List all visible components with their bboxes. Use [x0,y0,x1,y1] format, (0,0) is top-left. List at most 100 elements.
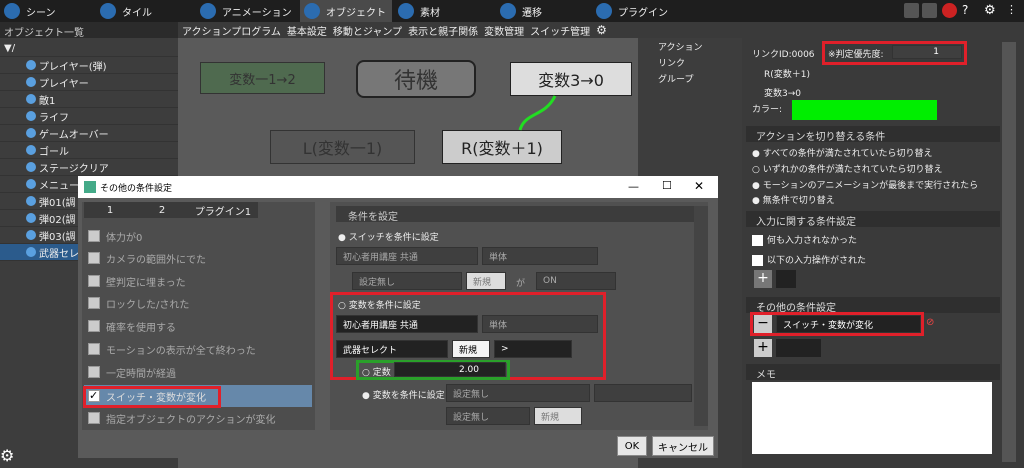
remove-icon[interactable]: − [754,315,772,333]
input-slot[interactable] [776,270,796,288]
action-node[interactable]: L(変数一1) [270,130,415,164]
list-item[interactable]: プレイヤー [0,74,178,91]
tab-scene[interactable]: シーン [4,0,84,22]
no-input-checkbox[interactable]: 何も入力されなかった [752,233,857,246]
gear-icon[interactable]: ⚙ [596,23,607,37]
tab-animation[interactable]: アニメーション [200,0,296,22]
variable-name-dropdown[interactable]: 武器セレクト [336,340,448,358]
add-icon[interactable]: + [754,339,772,357]
variable2-radio[interactable]: ● 変数を条件に設定 [362,388,445,401]
tab-basic-settings[interactable]: 基本設定 [287,23,327,38]
dialog-titlebar: その他の条件設定 [78,176,718,198]
variable-radio[interactable]: ○ 変数を条件に設定 [338,298,421,311]
dialog-title: その他の条件設定 [100,183,173,194]
section-header: その他の条件設定 [746,297,1000,314]
ok-button[interactable]: OK [617,436,647,456]
memo-textarea[interactable] [752,382,992,454]
link-panel-action[interactable]: アクション [658,40,703,53]
dialog-scrollbar[interactable] [694,206,708,426]
menu-icon[interactable]: ⋮ [1006,3,1021,18]
action-node[interactable]: 変数3→0 [510,62,632,96]
tab-display-parent[interactable]: 表示と親子関係 [408,23,478,38]
help-icon[interactable]: ? [962,3,977,18]
condition-checkbox[interactable]: モーションの表示が全て終わった [88,338,312,360]
condition-slot[interactable] [776,339,821,357]
tab-variable-manage[interactable]: 変数管理 [484,23,524,38]
minimize-icon[interactable]: — [628,180,639,193]
dialog-tab-1[interactable]: 1 [84,202,136,218]
action-node[interactable]: 変数一1→2 [200,62,325,94]
switch-name-dropdown[interactable]: 設定無し [352,272,462,290]
tab-tile[interactable]: タイル [100,0,190,22]
variable2-new-button[interactable]: 新規 [534,407,582,425]
switch-new-button[interactable]: 新規 [466,272,506,290]
dialog-tab-2[interactable]: 2 [136,202,188,218]
tab-material[interactable]: 素材 [398,0,488,22]
variable2-dropdown[interactable]: 設定無し [446,384,590,402]
condition-checkbox[interactable]: 体力が0 [88,225,312,247]
switch-scope-dropdown[interactable]: 初心者用講座 共通 [336,247,478,265]
radio-unconditional[interactable]: ● 無条件で切り替え [752,193,835,206]
switch-radio[interactable]: ● スイッチを条件に設定 [338,230,439,243]
list-item[interactable]: ▼ / [0,40,178,57]
link-panel-group[interactable]: グループ [658,72,693,85]
add-icon[interactable]: + [754,270,772,288]
section-header: メモ [746,364,1000,381]
tab-transition[interactable]: 遷移 [500,0,590,22]
delete-icon[interactable]: ⊘ [926,317,956,331]
condition-checkbox[interactable]: 一定時間が経過 [88,361,312,383]
tab-switch-manage[interactable]: スイッチ管理 [530,23,590,38]
condition-checkbox[interactable]: 壁判定に埋まった [88,270,312,292]
close-icon[interactable]: ✕ [694,179,704,193]
constant-radio[interactable]: ○ 定数 [362,365,391,378]
list-item[interactable]: ライフ [0,108,178,125]
play-icon[interactable] [904,3,919,18]
constant-spinner[interactable]: 2.00 [394,362,506,377]
list-item[interactable]: プレイヤー(弾) [0,57,178,74]
list-item[interactable]: ゲームオーバー [0,125,178,142]
settings-icon[interactable]: ⚙ [0,446,40,468]
list-item[interactable]: ゴール [0,142,178,159]
tab-action-program[interactable]: アクションプログラム [182,23,281,38]
maximize-icon[interactable]: ☐ [662,179,672,192]
gear-icon[interactable]: ⚙ [984,3,999,18]
switch-state-dropdown[interactable]: ON [536,272,616,290]
variable2-field[interactable] [594,384,692,402]
list-item[interactable]: ステージクリア [0,159,178,176]
settings-header: 条件を設定 [336,206,694,223]
variable-operator-dropdown[interactable]: > [494,340,572,358]
link-to: 変数3→0 [764,89,801,99]
tab-move-jump[interactable]: 移動とジャンプ [333,23,402,38]
list-item[interactable]: 敵1 [0,91,178,108]
color-swatch[interactable] [792,100,937,120]
link-panel-link[interactable]: リンク [658,56,685,69]
section-header: 入力に関する条件設定 [746,211,1000,228]
other-condition-item[interactable]: スイッチ・変数が変化 [776,315,921,333]
condition-checkbox[interactable]: 確率を使用する [88,315,312,337]
condition-checkbox[interactable]: ロックした/された [88,292,312,314]
stop-icon[interactable] [922,3,937,18]
action-node[interactable]: 待機 [356,60,476,98]
cancel-button[interactable]: キャンセル [652,436,714,456]
variable2-name-dropdown[interactable]: 設定無し [446,407,530,425]
condition-checkbox[interactable]: 指定オブジェクトのアクションが変化 [88,407,312,429]
variable-scope-dropdown[interactable]: 初心者用講座 共通 [336,315,478,333]
object-icon [26,213,36,223]
priority-spinner[interactable]: 1 [892,45,962,59]
record-icon[interactable] [942,3,957,18]
radio-motion[interactable]: ● モーションのアニメーションが最後まで実行されたら [752,178,978,191]
tab-plugin[interactable]: プラグイン [596,0,696,22]
variable-type-dropdown[interactable]: 単体 [482,315,598,333]
link-arrow[interactable] [515,92,565,132]
switch-type-dropdown[interactable]: 単体 [482,247,598,265]
condition-checkbox[interactable]: カメラの範囲外にでた [88,247,312,269]
tab-object[interactable]: オブジェクト [300,0,392,22]
dialog-tab-plugin[interactable]: プラグイン1 [188,202,258,218]
action-node[interactable]: R(変数＋1) [442,130,562,164]
radio-any[interactable]: ○ いずれかの条件が満たされていたら切り替え [752,162,942,175]
scrollbar[interactable] [1002,42,1016,462]
input-checkbox[interactable]: 以下の入力操作がされた [752,253,866,266]
variable-new-button[interactable]: 新規 [452,340,490,358]
radio-all[interactable]: ● すべての条件が満たされていたら切り替え [752,146,932,159]
object-icon [26,128,36,138]
